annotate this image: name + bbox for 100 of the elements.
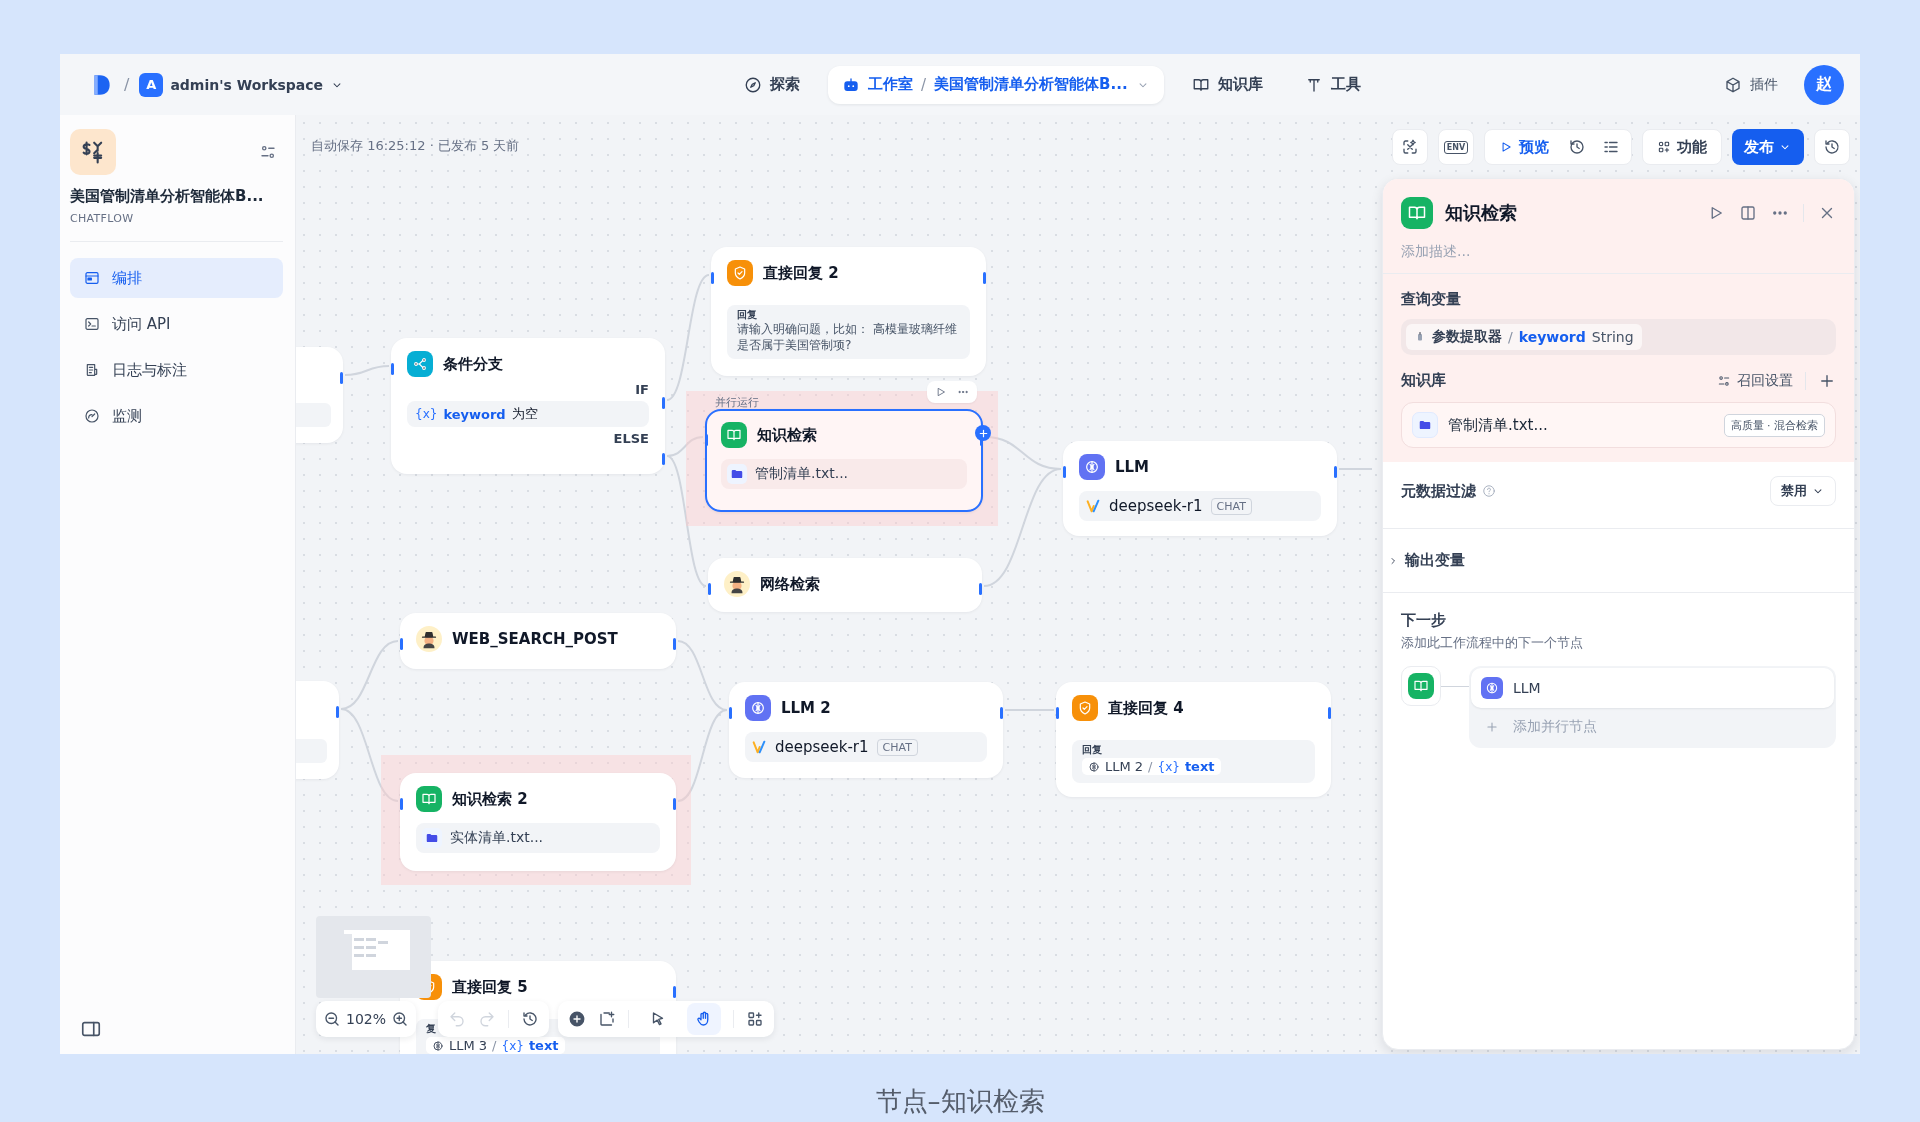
node-handle[interactable] xyxy=(340,372,343,384)
section-title: 查询变量 xyxy=(1401,290,1462,309)
workspace-switcher[interactable]: A admin's Workspace xyxy=(139,72,345,97)
play-icon[interactable] xyxy=(935,386,947,398)
node-handle[interactable] xyxy=(1334,466,1337,478)
autosave-status: 自动保存 16:25:12 · 已发布 5 天前 xyxy=(311,137,520,155)
workflow-node[interactable]: 直接回复 4 回复 LLM 2 / {x} text xyxy=(1056,682,1331,797)
dataset-item[interactable]: 管制清单.txt... 高质量 · 混合检索 xyxy=(1401,402,1836,448)
node-handle[interactable] xyxy=(1328,707,1331,719)
path-separator: / xyxy=(124,75,130,94)
workflow-node[interactable]: 条件分支 IF {x} keyword 为空 ELSE xyxy=(391,338,665,474)
publish-button[interactable]: 发布 xyxy=(1732,129,1804,165)
plus-icon xyxy=(1485,720,1499,734)
preview-button[interactable]: 预览 xyxy=(1489,131,1559,163)
hand-mode-button[interactable] xyxy=(687,1003,722,1035)
model-logo-icon xyxy=(1085,498,1101,514)
reply-label: 复 xyxy=(426,1023,437,1035)
nav-tab[interactable]: 工具 xyxy=(1290,65,1375,104)
node-handle[interactable] xyxy=(983,272,986,284)
node-title: LLM 2 xyxy=(781,699,831,717)
play-icon xyxy=(1499,140,1513,154)
node-handle[interactable] xyxy=(673,798,676,810)
node-handle[interactable] xyxy=(673,986,676,998)
layout-icon[interactable] xyxy=(746,1010,765,1028)
sidebar-item[interactable]: 监测 xyxy=(70,396,283,436)
brain-icon xyxy=(1088,760,1100,773)
node-handle[interactable] xyxy=(400,638,403,650)
node-handle[interactable] xyxy=(1000,707,1003,719)
node-handle[interactable] xyxy=(708,583,711,595)
hat-figure-icon xyxy=(724,571,750,597)
node-title: 直接回复 5 xyxy=(452,977,528,997)
node-handle[interactable] xyxy=(400,798,403,810)
workflow-node[interactable]: 知识检索 2 实体清单.txt... xyxy=(400,773,676,871)
features-button[interactable]: 功能 xyxy=(1642,129,1722,165)
sidebar-item[interactable]: 日志与标注 xyxy=(70,350,283,390)
add-node-handle[interactable] xyxy=(975,425,991,441)
model-logo-icon xyxy=(751,739,767,755)
reply-label: 回复 xyxy=(737,309,758,321)
node-handle[interactable] xyxy=(1056,707,1059,719)
section-title: 下一步 xyxy=(1401,611,1447,630)
zoom-out-icon[interactable] xyxy=(323,1010,341,1028)
dataset-row: 实体清单.txt... xyxy=(416,823,660,853)
node-handle[interactable] xyxy=(729,707,732,719)
variable-chip: 参数提取器 / keyword String xyxy=(1406,324,1642,350)
sidebar-item[interactable]: 编排 xyxy=(70,258,283,298)
workflow-node[interactable]: 网络检索 xyxy=(708,558,982,612)
node-title: 直接回复 2 xyxy=(763,263,839,283)
minimap[interactable] xyxy=(316,916,431,998)
history-icon[interactable] xyxy=(521,1010,540,1028)
query-variable-field[interactable]: 参数提取器 / keyword String xyxy=(1401,319,1836,355)
workflow-node[interactable]: 知识检索 管制清单.txt... xyxy=(705,409,983,512)
split-view-icon[interactable] xyxy=(1739,204,1757,222)
variable-icon xyxy=(1401,138,1419,156)
node-title: WEB_SEARCH_POST xyxy=(452,630,618,648)
settings-icon[interactable] xyxy=(259,143,277,161)
compass-icon xyxy=(744,75,762,94)
workflow-node[interactable]: 直接回复 2 回复 请输入明确问题，比如： 高模量玻璃纤维是否属于美国管制项? xyxy=(711,247,986,376)
next-node[interactable]: LLM xyxy=(1471,668,1834,708)
brain-icon xyxy=(1481,677,1503,699)
nav-tab[interactable]: 探索 xyxy=(730,65,814,104)
nav-tab[interactable]: 工作室 / 美国管制清单分析智能体B... xyxy=(828,65,1164,104)
figure-caption: 节点–知识检索 xyxy=(874,1085,1046,1118)
version-history-button[interactable] xyxy=(1814,129,1850,165)
note-icon[interactable] xyxy=(598,1010,617,1028)
workflow-node[interactable]: LLM deepseek-r1 CHAT xyxy=(1063,441,1337,536)
node-handle[interactable] xyxy=(711,272,714,284)
workflow-node[interactable]: LLM 2 deepseek-r1 CHAT xyxy=(729,682,1003,778)
node-handle[interactable] xyxy=(336,706,339,718)
node-title: LLM xyxy=(1115,458,1150,476)
recall-settings-button[interactable]: 召回设置 xyxy=(1717,371,1793,390)
output-variables-toggle[interactable]: 输出变量 xyxy=(1387,551,1465,570)
node-handle[interactable] xyxy=(705,434,708,446)
node-handle[interactable] xyxy=(662,453,665,465)
node-handle[interactable] xyxy=(673,638,676,650)
node-handle[interactable] xyxy=(1063,466,1066,478)
variable-inspect-button[interactable] xyxy=(1392,129,1428,165)
zoom-level[interactable]: 102% xyxy=(346,1011,387,1027)
app-name: 美国管制清单分析智能体B... xyxy=(70,187,265,206)
clock-icon xyxy=(1568,138,1586,156)
connector-line xyxy=(1338,468,1373,470)
env-button[interactable]: ENV xyxy=(1438,129,1474,165)
node-handle[interactable] xyxy=(391,363,394,375)
nav-tab[interactable]: 知识库 xyxy=(1177,65,1277,104)
metadata-filter-dropdown[interactable]: 禁用 xyxy=(1770,476,1836,506)
variable-reference: LLM 2 / {x} text xyxy=(1082,758,1221,775)
sidebar-item[interactable]: 访问 API xyxy=(70,304,283,344)
condition-row: {x} keyword 为空 xyxy=(407,401,649,427)
plugins-button[interactable]: 插件 xyxy=(1724,75,1778,94)
workflow-node[interactable]: WEB_SEARCH_POST xyxy=(400,613,676,669)
brain-icon xyxy=(745,695,771,721)
description-field[interactable]: 添加描述... xyxy=(1383,237,1854,273)
node-handle[interactable] xyxy=(979,583,982,595)
sliders-icon xyxy=(1717,373,1731,388)
node-title: 知识检索 2 xyxy=(452,789,528,809)
user-avatar[interactable]: 赵 xyxy=(1804,64,1844,105)
node-handle[interactable] xyxy=(662,397,665,409)
book-icon xyxy=(416,786,442,812)
add-node-icon[interactable] xyxy=(568,1010,587,1028)
help-icon xyxy=(1482,484,1496,498)
dataset-row: 管制清单.txt... xyxy=(721,459,967,489)
